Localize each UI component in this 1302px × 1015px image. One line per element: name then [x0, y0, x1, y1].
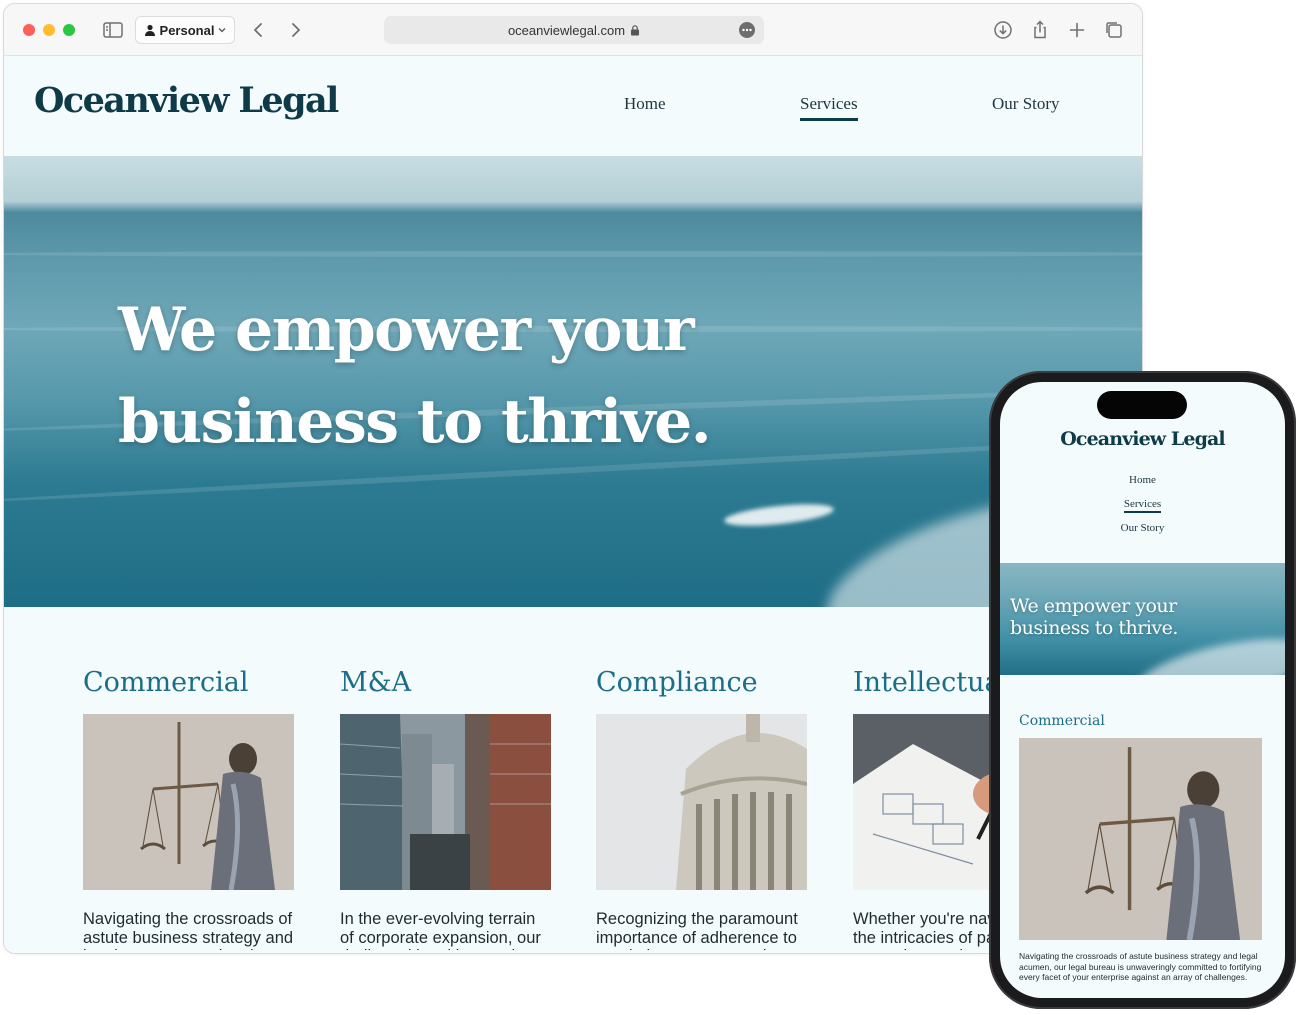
service-description: Recognizing the paramount importance of …: [596, 910, 798, 950]
mobile-nav-our-story[interactable]: Our Story: [1000, 522, 1285, 534]
tab-overview-icon[interactable]: [1102, 18, 1126, 42]
site-logo[interactable]: Oceanview Legal: [34, 80, 339, 121]
mobile-service-description: Navigating the crossroads of astute busi…: [1019, 951, 1262, 982]
profile-label: Personal: [159, 22, 215, 38]
mobile-nav-our-story-label: Our Story: [1120, 522, 1165, 534]
mobile-nav-home[interactable]: Home: [1000, 474, 1285, 486]
nav-our-story-link[interactable]: Our Story: [992, 94, 1060, 114]
hero-banner: We empower your business to thrive.: [4, 156, 1142, 607]
service-card-compliance[interactable]: Compliance Recognizing the paramount imp…: [596, 667, 811, 950]
nav-home-link[interactable]: Home: [624, 94, 666, 114]
service-card-commercial[interactable]: Commercial Navigating the crossroads of …: [83, 667, 298, 950]
share-icon[interactable]: [1028, 18, 1052, 42]
city-skyscrapers-image: [340, 714, 551, 890]
mobile-nav-services-label: Services: [1123, 498, 1162, 513]
mobile-hero-banner: We empower your business to thrive.: [1000, 563, 1285, 675]
person-icon: [144, 24, 155, 36]
url-text: oceanviewlegal.com: [507, 22, 626, 38]
mobile-site-logo[interactable]: Oceanview Legal: [1000, 428, 1285, 450]
forward-icon[interactable]: [283, 18, 307, 42]
profile-button[interactable]: Personal: [135, 16, 235, 44]
chevron-down-icon: [218, 28, 226, 33]
address-bar[interactable]: oceanviewlegal.com: [384, 16, 764, 44]
zoom-window-button[interactable]: [63, 24, 75, 36]
dynamic-island: [1097, 391, 1187, 419]
services-section: Commercial Navigating the crossroads of …: [4, 607, 1142, 953]
service-title: Compliance: [596, 667, 758, 698]
new-tab-icon[interactable]: [1065, 18, 1089, 42]
service-title: M&A: [340, 667, 412, 698]
downloads-icon[interactable]: [991, 18, 1015, 42]
lock-icon: [631, 24, 640, 35]
browser-window: Personal oceanviewlegal.com Oceanview Le…: [3, 3, 1143, 954]
service-description: Navigating the crossroads of astute busi…: [83, 910, 294, 950]
site-header: Oceanview Legal Home Services Our Story: [4, 56, 1142, 156]
phone-mockup: Oceanview Legal Home Services Our Story …: [989, 371, 1296, 1009]
mobile-service-title[interactable]: Commercial: [1019, 713, 1105, 729]
lady-justice-image: [83, 714, 294, 890]
phone-screen: Oceanview Legal Home Services Our Story …: [1000, 382, 1285, 998]
mobile-nav-services[interactable]: Services: [1000, 498, 1285, 513]
close-window-button[interactable]: [23, 24, 35, 36]
service-card-ma[interactable]: M&A In the ever-evolving terrain of corp…: [340, 667, 555, 950]
wave-band: [4, 251, 1142, 257]
breaking-wave: [723, 500, 835, 530]
mobile-nav-home-label: Home: [1129, 474, 1156, 486]
hero-title: We empower your business to thrive.: [118, 295, 712, 457]
mobile-hero-title: We empower your business to thrive.: [1010, 595, 1178, 639]
mobile-lady-justice-image: [1019, 738, 1262, 940]
service-description: In the ever-evolving terrain of corporat…: [340, 910, 541, 950]
service-title: Commercial: [83, 667, 249, 698]
browser-toolbar: Personal oceanviewlegal.com: [4, 4, 1142, 56]
minimize-window-button[interactable]: [43, 24, 55, 36]
sidebar-toggle-icon[interactable]: [101, 18, 125, 42]
page-menu-icon[interactable]: [739, 22, 755, 38]
capitol-dome-image: [596, 714, 807, 890]
back-icon[interactable]: [247, 18, 271, 42]
nav-services-link[interactable]: Services: [800, 94, 858, 121]
